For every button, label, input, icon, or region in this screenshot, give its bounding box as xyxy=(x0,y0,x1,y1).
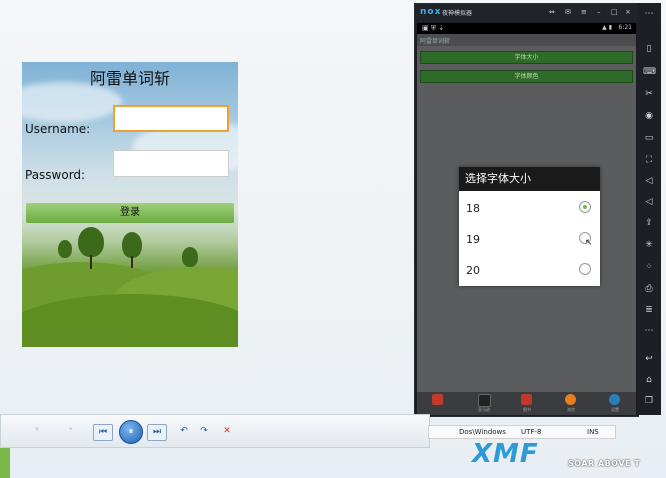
insert-mode: INS xyxy=(587,428,599,436)
mouse-cursor-icon: ↖ xyxy=(585,238,593,248)
notification-icons: ▣ ⛨ ⇣ xyxy=(422,24,445,32)
maximize-icon[interactable]: □ xyxy=(611,8,618,16)
tree xyxy=(122,232,142,258)
app-title: 阿雷单词斩 xyxy=(89,69,170,88)
emulator-window: nox 夜神模拟器 ⇔ ✉ ≡ – □ × ▣ ⛨ ⇣ 6:21 ▲ ▮ 阿雷单… xyxy=(414,3,639,417)
option-label: 19 xyxy=(466,233,480,246)
status-time: 6:21 xyxy=(618,24,632,31)
radio-selected[interactable] xyxy=(579,201,591,213)
close-icon[interactable]: × xyxy=(625,8,631,16)
option-label: 18 xyxy=(466,202,480,215)
android-screen: 阿雷单词斩 字体大小 字体颜色 选择字体大小 18 19 ↖ 20 xyxy=(417,34,636,392)
media-player-toolbar: ◉ ▪ ⏮ ⏸ ⏭ ↶ ↷ ✕ xyxy=(0,414,430,448)
faint-control-icon: ◉ xyxy=(35,426,40,432)
dock-label: 设置 xyxy=(611,407,619,412)
font-size-option-20[interactable]: 20 xyxy=(459,255,600,286)
green-ribbon xyxy=(0,448,10,478)
editor-status-bar: Dos\Windows UTF-8 INS xyxy=(428,425,616,439)
previous-icon[interactable]: ⏮ xyxy=(93,424,113,441)
amazon-icon[interactable] xyxy=(478,394,491,407)
phone-icon[interactable]: ▯ xyxy=(643,43,655,55)
app-action-bar: 阿雷单词斩 xyxy=(417,34,636,46)
dock-label: 图书 xyxy=(523,407,531,412)
tree-trunk xyxy=(131,256,133,268)
more-icon[interactable]: ⋯ xyxy=(643,8,655,20)
option-label: 20 xyxy=(466,264,480,277)
username-label: Username: xyxy=(25,122,91,136)
font-size-option-19[interactable]: 19 ↖ xyxy=(459,224,600,255)
tree xyxy=(78,227,104,257)
font-size-button[interactable]: 字体大小 xyxy=(420,51,633,64)
hill xyxy=(22,294,238,347)
radio-unselected[interactable] xyxy=(579,263,591,275)
login-button[interactable]: 登录 xyxy=(26,203,234,223)
install-icon[interactable]: ⇪ xyxy=(643,217,655,229)
keyboard-icon[interactable]: ⌨ xyxy=(643,66,656,78)
emulator-titlebar: nox 夜神模拟器 ⇔ ✉ ≡ – □ × xyxy=(415,4,638,22)
brand-tagline: SOAR ABOVE T xyxy=(568,459,641,468)
password-field[interactable] xyxy=(113,150,229,177)
tree xyxy=(58,240,72,258)
app-name: 阿雷单词斩 xyxy=(420,38,451,45)
font-size-dialog: 选择字体大小 18 19 ↖ 20 xyxy=(459,167,600,286)
tree-trunk xyxy=(90,255,92,269)
globe-icon[interactable] xyxy=(609,394,620,405)
menu-dots-icon[interactable]: ⋯ xyxy=(643,325,655,337)
redo-icon[interactable]: ↷ xyxy=(197,424,211,439)
volume-down-icon[interactable]: ◁ xyxy=(643,196,655,208)
font-color-button[interactable]: 字体颜色 xyxy=(420,70,633,83)
scissors-icon[interactable]: ✂ xyxy=(643,88,655,100)
app-dock: 亚马逊 图书 浏览 设置 xyxy=(417,392,636,415)
location-icon[interactable]: ◉ xyxy=(643,110,655,122)
mail-icon[interactable]: ✉ xyxy=(565,8,571,16)
loading-icon[interactable]: ✳ xyxy=(643,239,655,251)
printer-icon[interactable]: ⎙ xyxy=(643,283,655,295)
dock-label: 亚马逊 xyxy=(478,407,490,412)
browser-icon[interactable] xyxy=(565,394,576,405)
nox-logo: nox xyxy=(420,7,442,17)
xmf-logo: XMF xyxy=(472,439,539,469)
signal-battery-icon: ▲ ▮ xyxy=(602,24,612,31)
encoding: UTF-8 xyxy=(521,428,542,436)
dock-label: 浏览 xyxy=(567,407,575,412)
shake-icon[interactable]: ⁘ xyxy=(643,261,655,273)
password-label: Password: xyxy=(25,168,86,182)
fullscreen-icon[interactable]: ⛶ xyxy=(643,154,655,166)
menu-icon[interactable]: ≡ xyxy=(581,8,587,16)
username-field[interactable] xyxy=(113,105,229,132)
pause-button[interactable]: ⏸ xyxy=(119,420,143,444)
tree xyxy=(182,247,198,267)
home-icon[interactable]: ⌂ xyxy=(643,374,655,386)
pdf-icon[interactable] xyxy=(432,394,443,405)
dialog-title: 选择字体大小 xyxy=(459,167,600,191)
next-icon[interactable]: ⏭ xyxy=(147,424,167,441)
android-status-bar: ▣ ⛨ ⇣ 6:21 ▲ ▮ xyxy=(417,23,636,34)
back-icon[interactable]: ↩ xyxy=(643,353,655,365)
minimize-icon[interactable]: – xyxy=(597,8,601,16)
screen-icon[interactable]: ▭ xyxy=(643,132,655,144)
recent-icon[interactable]: ❐ xyxy=(643,395,655,407)
books-icon[interactable] xyxy=(521,394,532,405)
font-size-option-18[interactable]: 18 xyxy=(459,193,600,224)
emulator-sidebar: ⋯ ▯ ⌨ ✂ ◉ ▭ ⛶ ◁ ◁ ⇪ ✳ ⁘ ⎙ ≣ ⋯ ↩ ⌂ ❐ xyxy=(637,3,661,415)
multi-screen-icon[interactable]: ⇔ xyxy=(549,8,555,16)
undo-icon[interactable]: ↶ xyxy=(177,424,191,439)
emulator-title: 夜神模拟器 xyxy=(442,10,473,17)
line-ending: Dos\Windows xyxy=(459,428,506,436)
multi-icon[interactable]: ≣ xyxy=(643,304,655,316)
volume-up-icon[interactable]: ◁ xyxy=(643,175,655,187)
login-app-screenshot: 阿雷单词斩 Username: Password: 登录 xyxy=(22,62,238,347)
stop-icon[interactable]: ✕ xyxy=(219,424,235,439)
faint-control-icon: ▪ xyxy=(69,426,73,432)
